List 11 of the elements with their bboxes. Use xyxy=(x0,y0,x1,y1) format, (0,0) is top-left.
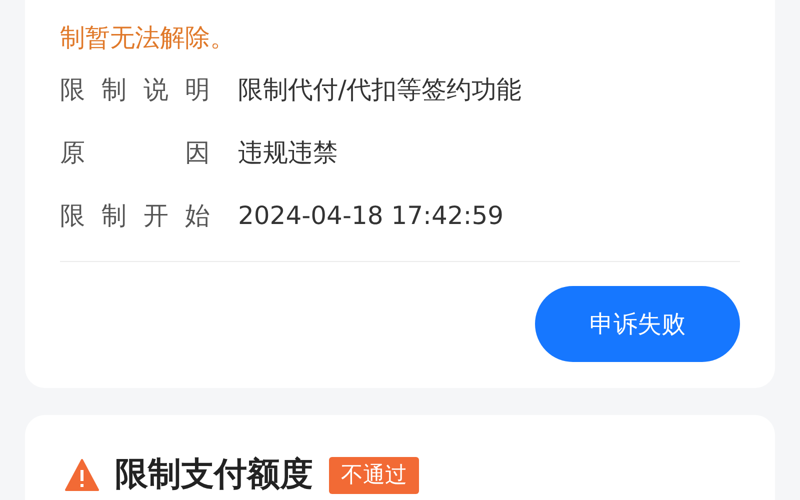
detail-label: 限制说明 xyxy=(60,74,210,106)
detail-value: 限制代付/代扣等签约功能 xyxy=(238,74,522,106)
detail-value: 2024-04-18 17:42:59 xyxy=(238,200,504,232)
detail-label: 限制开始 xyxy=(60,200,210,232)
detail-label: 原因 xyxy=(60,136,210,169)
status-tag: 不通过 xyxy=(329,457,419,494)
notice-text: 制暂无法解除。 xyxy=(60,22,236,54)
card-title: 限制支付额度 xyxy=(115,453,313,495)
detail-value: 违规违禁 xyxy=(238,136,338,169)
warning-icon xyxy=(65,459,99,491)
appeal-status-button[interactable]: 申诉失败 xyxy=(535,286,740,362)
